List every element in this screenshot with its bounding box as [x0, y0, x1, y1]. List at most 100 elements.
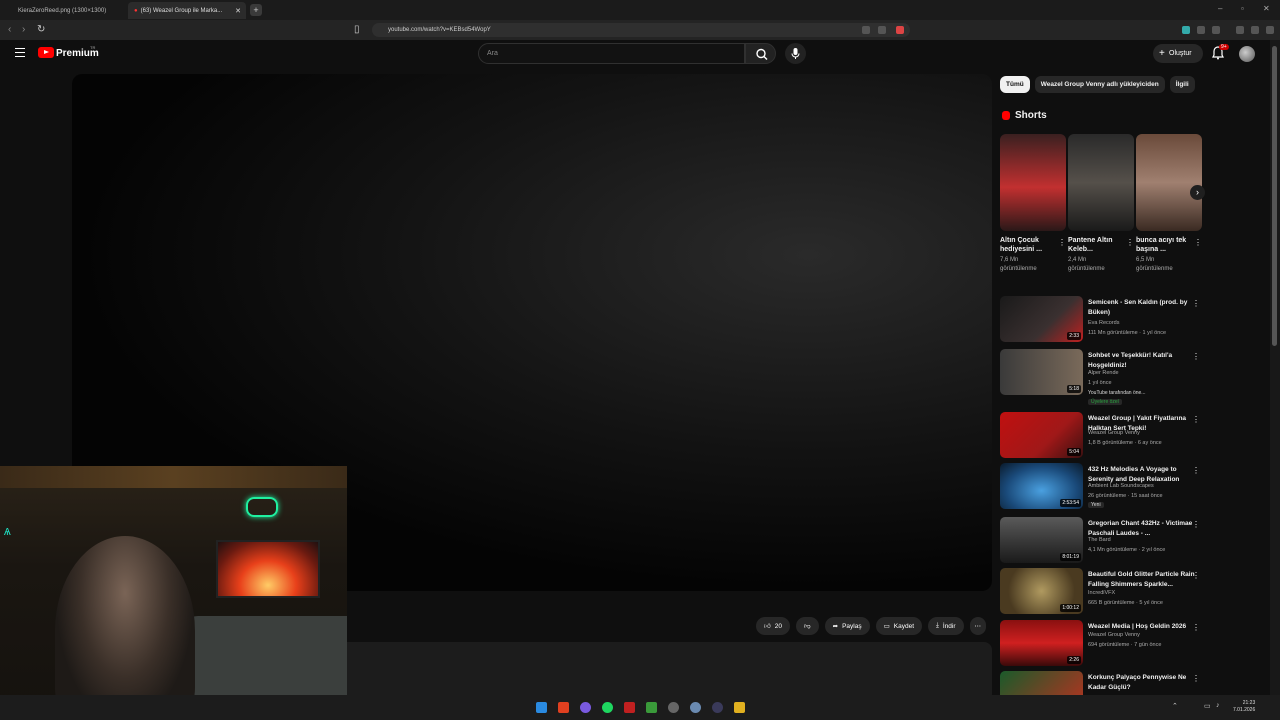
spotify-icon[interactable]: [602, 702, 613, 713]
video-item[interactable]: 5:04 Weazel Group | Yakıt Fiyatlarına Ha…: [1000, 412, 1202, 460]
more-vert-icon[interactable]: ⋮: [1194, 238, 1202, 247]
search-input[interactable]: Ara: [478, 43, 745, 64]
video-item[interactable]: 2:26 Weazel Media | Hoş Geldin 2026 Weaz…: [1000, 620, 1202, 668]
wallet-icon[interactable]: [1212, 26, 1220, 34]
restore-icon[interactable]: ▫: [1241, 4, 1244, 13]
tray-chevron-icon[interactable]: ⌃: [1172, 702, 1178, 710]
video-item[interactable]: 2:53:54 432 Hz Melodies A Voyage to Sere…: [1000, 463, 1202, 511]
reload-icon[interactable]: ↻: [37, 24, 45, 35]
more-vert-icon[interactable]: ⋮: [1192, 520, 1200, 529]
bookmark-icon[interactable]: ▯: [354, 24, 360, 35]
video-item[interactable]: 1:00:12 Beautiful Gold Glitter Particle …: [1000, 568, 1202, 616]
app-icon[interactable]: [646, 702, 657, 713]
dislike-button[interactable]: 👎︎: [796, 617, 819, 635]
start-icon[interactable]: [536, 702, 547, 713]
media-icon[interactable]: [1236, 26, 1244, 34]
video-title[interactable]: Weazel Media | Hoş Geldin 2026: [1088, 622, 1196, 632]
short-item[interactable]: bunca acıyı tek başına ... 6,5 Mn görünt…: [1136, 134, 1202, 274]
video-channel[interactable]: Weazel Group Venny: [1088, 632, 1140, 638]
more-vert-icon[interactable]: ⋮: [1126, 238, 1134, 247]
create-button[interactable]: + Oluştur: [1153, 44, 1203, 63]
video-title[interactable]: Beautiful Gold Glitter Particle Rain Fal…: [1088, 570, 1196, 590]
video-thumbnail[interactable]: 5:18: [1000, 349, 1083, 395]
search-button[interactable]: [745, 43, 776, 64]
file-explorer-icon[interactable]: [734, 702, 745, 713]
settings-icon[interactable]: [690, 702, 701, 713]
save-button[interactable]: ▭ Kaydet: [875, 617, 923, 635]
menu-icon[interactable]: [1266, 26, 1274, 34]
extension-icon[interactable]: [1197, 26, 1205, 34]
avatar[interactable]: [1239, 46, 1255, 62]
video-title[interactable]: 432 Hz Melodies A Voyage to Serenity and…: [1088, 465, 1196, 485]
video-title[interactable]: Gregorian Chant 432Hz - Victimae Paschal…: [1088, 519, 1196, 539]
short-item[interactable]: Pantene Altın Keleb... 2,4 Mn görüntülen…: [1068, 134, 1134, 274]
video-thumbnail[interactable]: 2:53:54: [1000, 463, 1083, 509]
video-thumbnail[interactable]: 8:01:19: [1000, 517, 1083, 563]
browser-tab-active[interactable]: ● (63) Weazel Group ile Marka... ✕: [128, 2, 246, 19]
app-icon[interactable]: [668, 702, 679, 713]
video-title[interactable]: Semicenk - Sen Kaldın (prod. by Büken): [1088, 298, 1196, 318]
video-channel[interactable]: Ambient Lab Soundscapes: [1088, 483, 1154, 489]
browser-tab[interactable]: KieraZeroReed.png (1300×1300): [12, 2, 124, 19]
sidebar-toggle-icon[interactable]: [1251, 26, 1259, 34]
short-thumbnail[interactable]: [1000, 134, 1066, 231]
new-tab-button[interactable]: +: [250, 4, 262, 16]
download-button[interactable]: ⤓ İndir: [928, 617, 964, 635]
more-vert-icon[interactable]: ⋮: [1192, 352, 1200, 361]
share-page-icon[interactable]: [878, 26, 886, 34]
volume-icon[interactable]: ♪: [1216, 702, 1220, 709]
address-bar[interactable]: youtube.com/watch?v=KEBsd54WopY: [372, 23, 910, 37]
more-vert-icon[interactable]: ⋮: [1058, 238, 1066, 247]
obs-icon[interactable]: [712, 702, 723, 713]
video-item[interactable]: 8:01:19 Gregorian Chant 432Hz - Victimae…: [1000, 517, 1202, 565]
shorts-next-button[interactable]: ›: [1190, 185, 1205, 200]
short-title[interactable]: Altın Çocuk hediyesini ...: [1000, 236, 1056, 254]
more-vert-icon[interactable]: ⋮: [1192, 415, 1200, 424]
extension-icon[interactable]: [1182, 26, 1190, 34]
video-item[interactable]: 2:33 Semicenk - Sen Kaldın (prod. by Bük…: [1000, 296, 1202, 344]
video-channel[interactable]: The Bard: [1088, 537, 1111, 543]
chip-related[interactable]: İlgili: [1169, 76, 1195, 93]
video-channel[interactable]: Alper Rende: [1088, 370, 1119, 376]
video-channel[interactable]: Weazel Group Venny: [1088, 430, 1140, 436]
video-title[interactable]: Sohbet ve Teşekkür! Katıl'a Hoşgeldiniz!: [1088, 351, 1196, 371]
app-icon[interactable]: [624, 702, 635, 713]
minimize-icon[interactable]: –: [1218, 4, 1222, 13]
short-item[interactable]: Altın Çocuk hediyesini ... 7,6 Mn görünt…: [1000, 134, 1066, 274]
more-vert-icon[interactable]: ⋮: [1192, 623, 1200, 632]
share-button[interactable]: ➦ Paylaş: [824, 617, 870, 635]
video-channel[interactable]: Eva Records: [1088, 320, 1120, 326]
more-actions-button[interactable]: ⋯: [969, 617, 987, 635]
screen-icon[interactable]: [862, 26, 870, 34]
short-thumbnail[interactable]: [1136, 134, 1202, 231]
chip-all[interactable]: Tümü: [1000, 76, 1030, 93]
video-item[interactable]: 5:18 Sohbet ve Teşekkür! Katıl'a Hoşgeld…: [1000, 349, 1202, 405]
forward-icon[interactable]: ›: [22, 24, 25, 35]
more-vert-icon[interactable]: ⋮: [1192, 674, 1200, 683]
video-title[interactable]: Korkunç Palyaço Pennywise Ne Kadar Güçlü…: [1088, 673, 1196, 693]
short-title[interactable]: Pantene Altın Keleb...: [1068, 236, 1124, 254]
video-item[interactable]: Korkunç Palyaço Pennywise Ne Kadar Güçlü…: [1000, 671, 1202, 695]
network-icon[interactable]: ▭: [1204, 702, 1211, 710]
video-thumbnail[interactable]: 2:33: [1000, 296, 1083, 342]
back-icon[interactable]: ‹: [8, 24, 11, 35]
more-vert-icon[interactable]: ⋮: [1192, 571, 1200, 580]
page-scrollbar[interactable]: [1270, 40, 1280, 695]
brave-shield-icon[interactable]: [896, 26, 904, 34]
youtube-logo-icon[interactable]: [38, 47, 54, 58]
short-title[interactable]: bunca acıyı tek başına ...: [1136, 236, 1192, 254]
video-thumbnail[interactable]: [1000, 671, 1083, 695]
scrollbar-thumb[interactable]: [1272, 46, 1277, 346]
voice-search-button[interactable]: [785, 43, 806, 64]
video-thumbnail[interactable]: 1:00:12: [1000, 568, 1083, 614]
taskbar-clock[interactable]: 21:23 7.01.2026: [1233, 700, 1255, 714]
guide-menu-icon[interactable]: [15, 48, 25, 57]
video-thumbnail[interactable]: 5:04: [1000, 412, 1083, 458]
brave-browser-icon[interactable]: [558, 702, 569, 713]
close-tab-icon[interactable]: ✕: [235, 7, 241, 15]
like-button[interactable]: 👍︎ 20: [756, 617, 791, 635]
video-channel[interactable]: IncrediVFX: [1088, 590, 1115, 596]
discord-icon[interactable]: [580, 702, 591, 713]
chip-uploader[interactable]: Weazel Group Venny adlı yükleyiciden: [1034, 76, 1165, 93]
video-thumbnail[interactable]: 2:26: [1000, 620, 1083, 666]
